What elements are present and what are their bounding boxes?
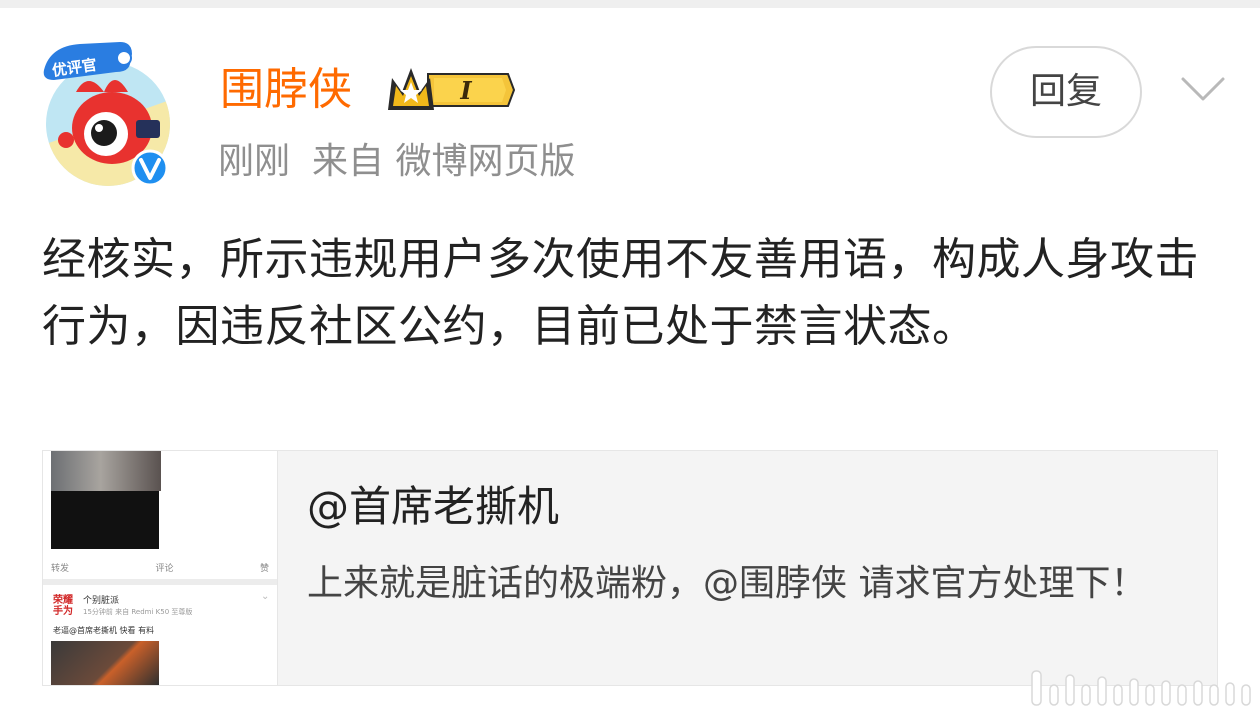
chevron-down-icon[interactable] <box>1180 74 1226 104</box>
thumbnail-repost: 转发 <box>51 564 70 574</box>
thumbnail-actions: 转发 评论 赞 <box>51 561 269 574</box>
reply-button[interactable]: 回复 <box>990 46 1142 138</box>
thumbnail-comment: 评论 <box>155 564 174 574</box>
username[interactable]: 围脖侠 <box>220 60 352 120</box>
thumbnail-divider <box>43 579 277 585</box>
thumbnail-chevron-icon: ⌄ <box>261 591 270 602</box>
thumbnail-account-meta: 15分钟前 来自 Redmi K50 至尊版 <box>83 608 193 616</box>
thumbnail-photo <box>51 451 161 491</box>
watermark-bars-icon <box>1010 665 1260 713</box>
verified-v-icon <box>131 149 169 187</box>
crown-badge-icon[interactable]: I <box>384 64 516 116</box>
post-source[interactable]: 来自 微博网页版 <box>312 141 575 182</box>
avatar[interactable]: 优评官 <box>40 40 176 188</box>
thumbnail-account-logo: 荣耀手为 <box>53 595 73 617</box>
quoted-post-card[interactable]: 转发 评论 赞 荣耀手为 个别脏派 15分钟前 来自 Redmi K50 至尊版… <box>42 450 1218 686</box>
quoted-thumbnail[interactable]: 转发 评论 赞 荣耀手为 个别脏派 15分钟前 来自 Redmi K50 至尊版… <box>43 451 278 685</box>
thumbnail-video <box>51 491 159 549</box>
thumbnail-like: 赞 <box>259 564 269 574</box>
thumbnail-account-name: 个别脏派 <box>83 596 120 606</box>
thumbnail-post-text: 老逼@首席老撕机 快看 有料 <box>53 626 155 635</box>
svg-text:I: I <box>459 76 472 105</box>
quoted-mention[interactable]: @首席老撕机 <box>307 477 559 537</box>
avatar-logo: 优评官 <box>43 42 170 187</box>
post-content: 经核实，所示违规用户多次使用不友善用语，构成人身攻击行为，因违反社区公约，目前已… <box>42 234 1199 352</box>
thumbnail-fire-image <box>51 641 159 685</box>
post-meta: 刚刚 来自 微博网页版 <box>218 136 575 188</box>
quoted-text: 上来就是脏话的极端粉，@围脖侠 请求官方处理下！ <box>307 563 1147 604</box>
post-time: 刚刚 <box>218 141 291 182</box>
top-strip <box>0 0 1260 8</box>
